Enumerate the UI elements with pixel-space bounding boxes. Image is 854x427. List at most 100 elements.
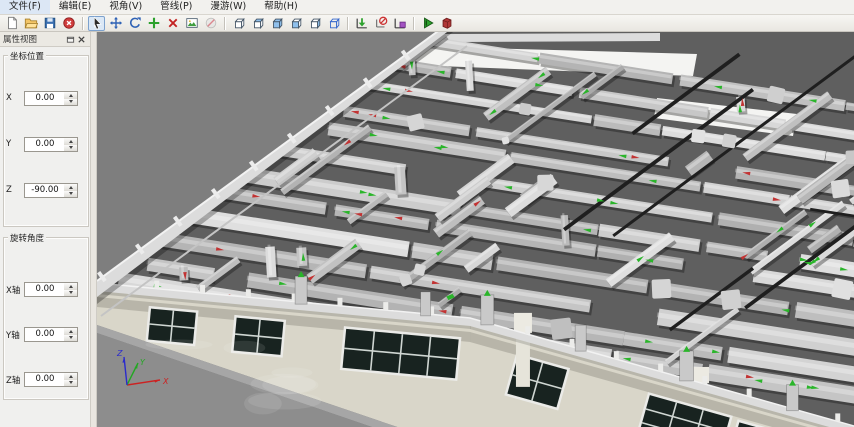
- spin-down-rot-x[interactable]: [64, 290, 77, 297]
- new-file-button[interactable]: [3, 16, 20, 31]
- delete-object-icon: [166, 16, 180, 30]
- snapshot-icon: [185, 16, 199, 30]
- save-file-icon: [43, 16, 57, 30]
- toolbar-separator: [413, 17, 414, 30]
- field-input-rot-x[interactable]: 0.00: [24, 282, 66, 297]
- new-file-icon: [5, 16, 19, 30]
- svg-text:X: X: [162, 377, 169, 386]
- close-file-button[interactable]: [60, 16, 77, 31]
- rotate-tool-icon: [128, 16, 142, 30]
- close-file-icon: [62, 16, 76, 30]
- axis-mode-icon: [393, 16, 407, 30]
- move-tool-icon: [109, 16, 123, 30]
- menu-item-view[interactable]: 视角(V): [100, 0, 151, 14]
- field-input-rot-y[interactable]: 0.00: [24, 327, 66, 342]
- no-display-button[interactable]: [202, 16, 219, 31]
- menu-item-roam[interactable]: 漫游(W): [201, 0, 255, 14]
- open-file-button[interactable]: [22, 16, 39, 31]
- rotate-tool-button[interactable]: [126, 16, 143, 31]
- toolbar-separator: [82, 17, 83, 30]
- toolbar-separator: [347, 17, 348, 30]
- toolbar-separator: [224, 17, 225, 30]
- spin-down-rot-y[interactable]: [64, 335, 77, 342]
- spin-down-coord-x[interactable]: [64, 99, 77, 106]
- axis-mode-button[interactable]: [391, 16, 408, 31]
- spinner-rot-y: [64, 327, 78, 342]
- view-top-icon: [251, 16, 265, 30]
- view-wire-button[interactable]: [325, 16, 342, 31]
- walkthrough-button[interactable]: [419, 16, 436, 31]
- group-label-rot: 旋转角度: [8, 232, 46, 244]
- 3d-viewport[interactable]: XYZ: [97, 32, 854, 427]
- duct-stub: [680, 351, 694, 381]
- field-input-coord-x[interactable]: 0.00: [24, 91, 66, 106]
- add-object-icon: [147, 16, 161, 30]
- duct-stub: [575, 325, 586, 351]
- view-wire-icon: [327, 16, 341, 30]
- svg-text:Z: Z: [116, 349, 123, 358]
- spinner-rot-z: [64, 372, 78, 387]
- field-label-rot-x: X轴: [6, 284, 20, 296]
- spin-down-coord-z[interactable]: [64, 191, 77, 198]
- walk-stop-button[interactable]: [438, 16, 455, 31]
- view-front-button[interactable]: [287, 16, 304, 31]
- view-solid-button[interactable]: [268, 16, 285, 31]
- spinner-coord-z: [64, 183, 78, 198]
- select-tool-button[interactable]: [88, 16, 105, 31]
- save-file-button[interactable]: [41, 16, 58, 31]
- spinner-coord-x: [64, 91, 78, 106]
- close-panel-icon[interactable]: [76, 34, 87, 45]
- field-label-rot-y: Y轴: [6, 329, 20, 341]
- menu-bar: 文件(F)编辑(E)视角(V)管线(P)漫游(W)帮助(H): [0, 0, 854, 15]
- group-label-coord: 坐标位置: [8, 50, 46, 62]
- field-row-rot-x: X轴 0.00: [0, 282, 91, 296]
- properties-panel-body: 坐标位置 X 0.00 Y 0.00 Z -90.00 旋转角度 X轴 0.00 Y轴 0.00 Z轴 0…: [0, 47, 91, 427]
- duct-stub: [481, 295, 494, 325]
- duct-stub: [787, 385, 799, 411]
- field-input-coord-y[interactable]: 0.00: [24, 137, 66, 152]
- field-row-coord-x: X 0.00: [0, 91, 91, 105]
- spinner-rot-x: [64, 282, 78, 297]
- properties-panel: 属性视图 坐标位置 X 0.00 Y 0.00 Z -90.00 旋转角度 X轴 0.00 Y轴 0.…: [0, 32, 91, 427]
- field-label-coord-z: Z: [6, 185, 12, 195]
- view-front-icon: [289, 16, 303, 30]
- menu-item-help[interactable]: 帮助(H): [255, 0, 307, 14]
- field-row-rot-z: Z轴 0.00: [0, 372, 91, 386]
- view-left-button[interactable]: [306, 16, 323, 31]
- field-row-coord-y: Y 0.00: [0, 137, 91, 151]
- spin-down-coord-y[interactable]: [64, 145, 77, 152]
- open-file-icon: [24, 16, 38, 30]
- drop-floor-button[interactable]: [353, 16, 370, 31]
- spinner-coord-y: [64, 137, 78, 152]
- view-top-button[interactable]: [249, 16, 266, 31]
- add-object-button[interactable]: [145, 16, 162, 31]
- menu-item-pipeline[interactable]: 管线(P): [151, 0, 201, 14]
- view-solid-icon: [270, 16, 284, 30]
- no-axis-icon: [374, 16, 388, 30]
- spin-down-rot-z[interactable]: [64, 380, 77, 387]
- move-tool-button[interactable]: [107, 16, 124, 31]
- field-label-rot-z: Z轴: [6, 374, 20, 386]
- delete-object-button[interactable]: [164, 16, 181, 31]
- walk-stop-icon: [440, 16, 454, 30]
- field-label-coord-x: X: [6, 93, 12, 103]
- field-input-rot-z[interactable]: 0.00: [24, 372, 66, 387]
- snapshot-button[interactable]: [183, 16, 200, 31]
- view-iso-button[interactable]: [230, 16, 247, 31]
- field-input-coord-z[interactable]: -90.00: [24, 183, 66, 198]
- view-left-icon: [308, 16, 322, 30]
- properties-panel-title: 属性视图: [3, 33, 65, 45]
- drop-floor-icon: [355, 16, 369, 30]
- duct-stub: [295, 276, 307, 304]
- no-display-icon: [204, 16, 218, 30]
- select-tool-icon: [90, 16, 104, 30]
- view-iso-icon: [232, 16, 246, 30]
- menu-item-edit[interactable]: 编辑(E): [50, 0, 100, 14]
- properties-panel-header: 属性视图: [0, 32, 90, 47]
- duct-stub: [421, 292, 431, 316]
- menu-item-file[interactable]: 文件(F): [0, 0, 50, 14]
- field-label-coord-y: Y: [6, 139, 11, 149]
- no-axis-button[interactable]: [372, 16, 389, 31]
- field-row-coord-z: Z -90.00: [0, 183, 91, 197]
- float-panel-icon[interactable]: [65, 34, 76, 45]
